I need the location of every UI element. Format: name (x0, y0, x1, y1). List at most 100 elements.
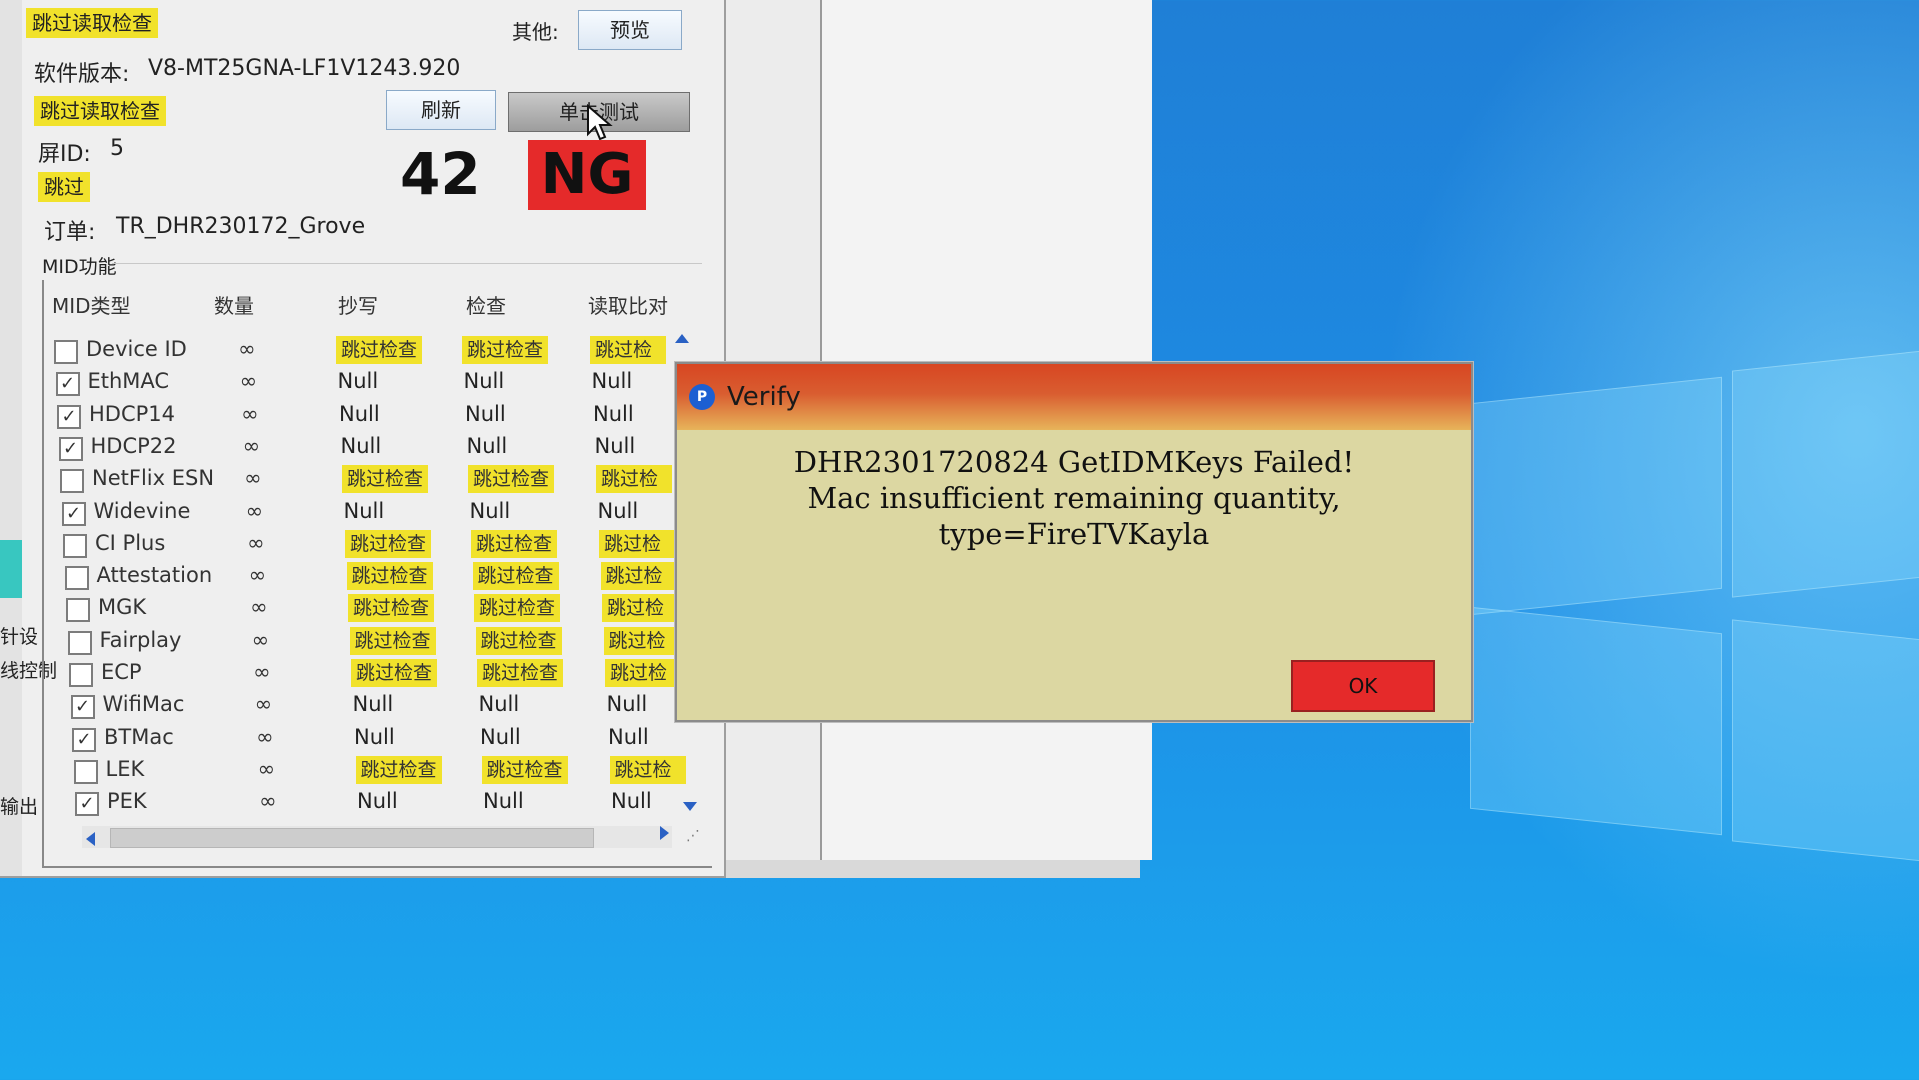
table-row[interactable]: ✓ WifiMac ∞ Null Null Null (0, 691, 700, 723)
horizontal-scrollbar-thumb[interactable] (110, 828, 594, 848)
row-write-cell: 跳过检查 (345, 529, 432, 558)
table-row[interactable]: ✓ Widevine ∞ Null Null Null (0, 498, 700, 530)
row-read-compare-cell: 跳过检 (600, 562, 677, 591)
scroll-right-arrow-icon[interactable] (660, 826, 669, 840)
row-checkbox[interactable]: ✓ (58, 436, 83, 461)
row-mid-type: NetFlix ESN (92, 466, 215, 491)
row-mid-type: PEK (107, 789, 147, 814)
app-icon: P (689, 384, 715, 410)
row-write-cell: Null (340, 433, 382, 458)
row-mid-type: BTMac (104, 724, 174, 749)
row-check-cell: 跳过检查 (471, 529, 558, 558)
resize-grip-icon[interactable]: ⋰ (686, 828, 700, 844)
row-checkbox[interactable] (64, 566, 89, 591)
row-mid-type: MGK (98, 595, 147, 620)
verify-dialog: P Verify DHR2301720824 GetIDMKeys Failed… (675, 362, 1473, 722)
row-mid-type: Widevine (93, 498, 191, 523)
column-header-write[interactable]: 抄写 (338, 290, 378, 319)
test-count: 42 (400, 140, 481, 208)
order-value: TR_DHR230172_Grove (116, 214, 366, 239)
row-checkbox[interactable] (69, 663, 93, 687)
dialog-message-line-1: DHR2301720824 GetIDMKeys Failed! (793, 445, 1355, 479)
row-checkbox[interactable] (66, 598, 90, 623)
row-mid-type: EthMAC (87, 369, 170, 394)
row-quantity: ∞ (259, 789, 277, 814)
row-checkbox[interactable]: ✓ (57, 404, 81, 429)
scroll-up-arrow-icon[interactable] (675, 334, 689, 343)
column-header-mid-type[interactable]: MID类型 (52, 290, 131, 319)
mid-section-divider (112, 263, 702, 264)
row-mid-type: LEK (105, 756, 145, 781)
row-quantity: ∞ (245, 498, 264, 523)
row-checkbox[interactable] (73, 759, 98, 784)
row-check-cell: Null (469, 498, 511, 523)
row-checkbox[interactable] (60, 469, 84, 494)
table-row[interactable]: ✓ HDCP22 ∞ Null Null Null (0, 433, 700, 465)
table-row[interactable]: ✓ EthMAC ∞ Null Null Null (0, 368, 700, 400)
column-header-check[interactable]: 检查 (466, 290, 506, 319)
skip-read-check-tag: 跳过读取检查 (34, 96, 166, 126)
dialog-message-line-2: Mac insufficient remaining quantity, (807, 481, 1341, 515)
scroll-down-arrow-icon[interactable] (683, 802, 697, 811)
row-check-cell: 跳过检查 (477, 659, 564, 687)
row-checkbox[interactable]: ✓ (70, 695, 95, 720)
row-check-cell: Null (465, 401, 506, 426)
row-write-cell: Null (357, 789, 398, 814)
verify-dialog-titlebar[interactable]: P Verify (677, 364, 1471, 430)
row-checkbox[interactable]: ✓ (72, 727, 96, 752)
table-row[interactable]: ✓ BTMac ∞ Null Null Null (0, 724, 700, 756)
table-row[interactable]: LEK ∞ 跳过检查 跳过检查 跳过检 (0, 755, 700, 788)
row-write-cell: 跳过检查 (342, 465, 429, 494)
row-read-compare-cell: Null (593, 401, 634, 426)
skip-tag: 跳过 (38, 172, 90, 202)
table-row[interactable]: ✓ PEK ∞ Null Null Null (0, 788, 700, 820)
table-row[interactable]: Fairplay ∞ 跳过检查 跳过检查 跳过检 (0, 626, 700, 659)
row-quantity: ∞ (250, 595, 268, 620)
table-row[interactable]: ✓ HDCP14 ∞ Null Null Null (0, 401, 700, 433)
table-row[interactable]: ECP ∞ 跳过检查 跳过检查 跳过检 (0, 659, 700, 691)
column-header-read-compare[interactable]: 读取比对 (588, 290, 668, 319)
row-mid-type: Fairplay (99, 627, 182, 652)
row-mid-type: ECP (101, 660, 142, 684)
refresh-button[interactable]: 刷新 (386, 90, 496, 130)
column-header-quantity[interactable]: 数量 (214, 290, 254, 319)
table-row[interactable]: MGK ∞ 跳过检查 跳过检查 跳过检 (0, 594, 700, 626)
row-write-cell: Null (343, 498, 385, 523)
row-read-compare-cell: Null (611, 789, 652, 814)
table-row[interactable]: Attestation ∞ 跳过检查 跳过检查 跳过检 (0, 562, 700, 594)
row-quantity: ∞ (256, 724, 274, 749)
preview-button[interactable]: 预览 (578, 10, 682, 50)
top-skip-read-check-tag: 跳过读取检查 (26, 8, 158, 38)
row-mid-type: WifiMac (102, 692, 185, 717)
row-mid-type: CI Plus (95, 530, 166, 555)
table-row[interactable]: CI Plus ∞ 跳过检查 跳过检查 跳过检 (0, 529, 700, 562)
row-write-cell: 跳过检查 (336, 336, 423, 364)
row-write-cell: 跳过检查 (348, 594, 435, 623)
row-checkbox[interactable]: ✓ (75, 792, 99, 817)
row-mid-type: HDCP22 (90, 433, 177, 458)
scroll-left-arrow-icon[interactable] (86, 832, 95, 846)
software-version-value: V8-MT25GNA-LF1V1243.920 (148, 56, 461, 81)
row-quantity: ∞ (257, 756, 276, 781)
row-write-cell: 跳过检查 (351, 659, 438, 687)
row-check-cell: 跳过检查 (475, 626, 562, 655)
row-read-compare-cell: 跳过检 (609, 755, 686, 784)
row-check-cell: 跳过检查 (468, 465, 555, 494)
row-check-cell: Null (483, 789, 524, 814)
dialog-message-line-3: type=FireTVKayla (938, 517, 1210, 551)
table-row[interactable]: NetFlix ESN ∞ 跳过检查 跳过检查 跳过检 (0, 465, 700, 497)
row-checkbox[interactable] (67, 630, 92, 655)
row-write-cell: Null (354, 724, 395, 749)
ok-button[interactable]: OK (1291, 660, 1435, 712)
row-quantity: ∞ (251, 627, 270, 652)
row-write-cell: Null (339, 401, 380, 426)
row-check-cell: 跳过检查 (472, 562, 559, 591)
row-quantity: ∞ (253, 660, 271, 684)
row-checkbox[interactable]: ✓ (61, 501, 86, 526)
row-checkbox[interactable] (63, 533, 87, 558)
table-row[interactable]: Device ID ∞ 跳过检查 跳过检查 跳过检 (0, 336, 700, 368)
row-checkbox[interactable] (54, 340, 78, 364)
row-checkbox[interactable]: ✓ (55, 372, 80, 397)
row-check-cell: Null (478, 692, 520, 717)
row-quantity: ∞ (248, 563, 267, 588)
